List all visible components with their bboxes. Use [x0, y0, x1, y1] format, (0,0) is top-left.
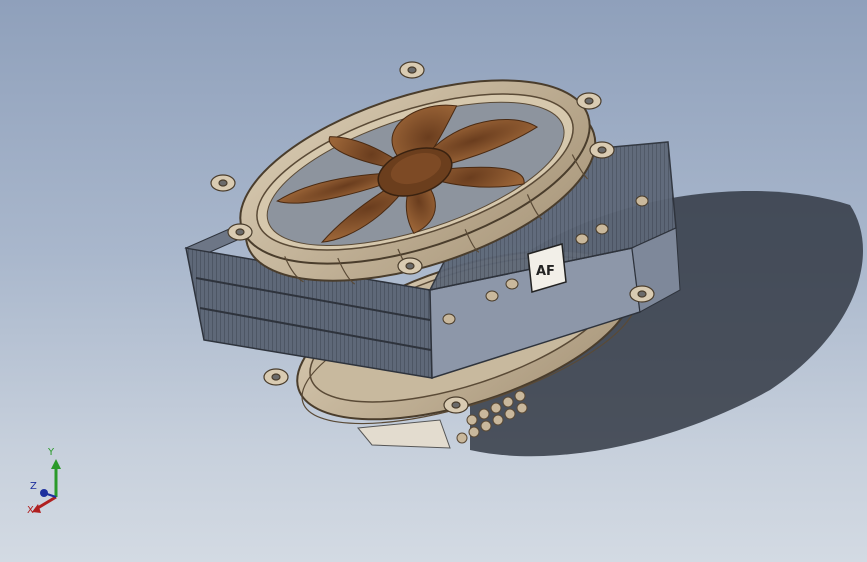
y-axis-arrow — [51, 459, 61, 469]
graphics-viewport[interactable]: AF Y Z X — [0, 0, 867, 562]
y-axis-label: Y — [48, 447, 55, 458]
x-axis-label: X — [27, 505, 34, 516]
cpu-cooler-model[interactable]: AF — [0, 0, 867, 562]
z-axis-label: Z — [30, 481, 37, 492]
svg-text:AF: AF — [536, 264, 555, 279]
